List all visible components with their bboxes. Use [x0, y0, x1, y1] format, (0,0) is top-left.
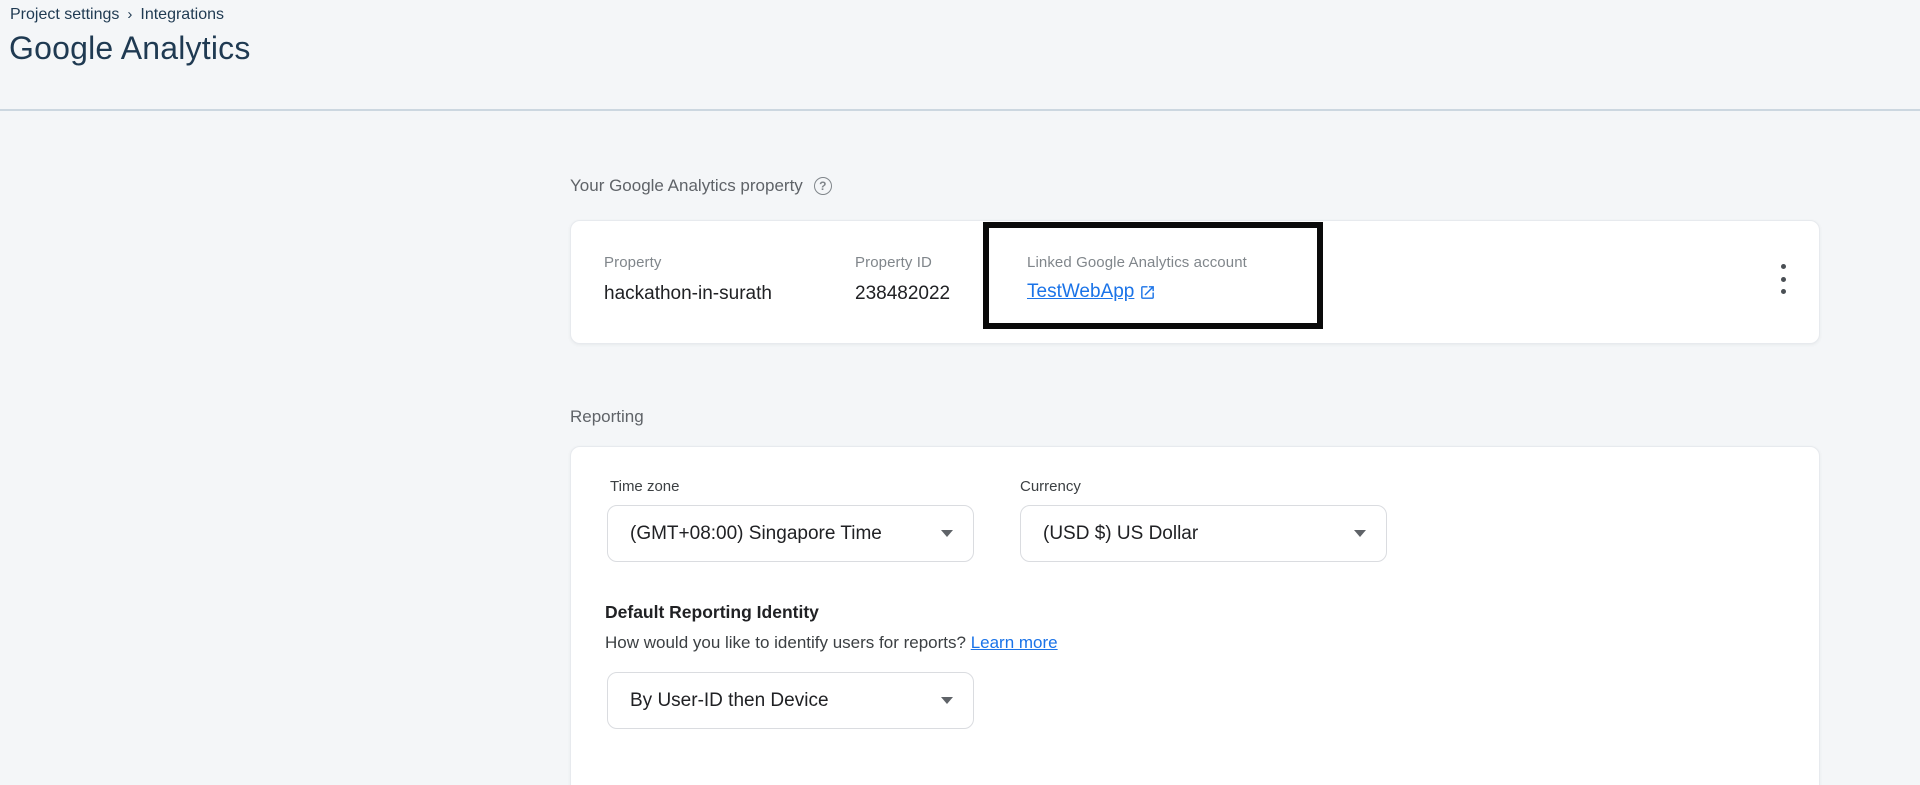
time-zone-label: Time zone: [610, 478, 679, 495]
property-id-label: Property ID: [855, 254, 932, 271]
chevron-down-icon: [941, 697, 953, 704]
property-section-header: Your Google Analytics property ?: [570, 176, 832, 196]
chevron-down-icon: [1354, 530, 1366, 537]
help-circle-icon[interactable]: ?: [814, 177, 832, 195]
linked-account-label: Linked Google Analytics account: [1027, 254, 1247, 271]
linked-account-link[interactable]: TestWebApp: [1027, 281, 1156, 303]
currency-label: Currency: [1020, 478, 1081, 495]
property-id-value: 238482022: [855, 283, 950, 305]
learn-more-link[interactable]: Learn more: [971, 633, 1058, 652]
header-divider: [0, 109, 1920, 111]
chevron-right-icon: ›: [127, 6, 132, 23]
currency-value: (USD $) US Dollar: [1043, 523, 1198, 545]
kebab-menu-icon[interactable]: [1775, 262, 1791, 296]
property-section-header-label: Your Google Analytics property: [570, 176, 803, 196]
reporting-section-header-label: Reporting: [570, 407, 644, 427]
default-reporting-identity-description: How would you like to identify users for…: [605, 633, 1058, 653]
default-reporting-identity-heading: Default Reporting Identity: [605, 602, 819, 623]
property-label: Property: [604, 254, 662, 271]
external-link-icon: [1139, 284, 1156, 301]
property-card: [570, 220, 1820, 344]
currency-select[interactable]: (USD $) US Dollar: [1020, 505, 1387, 562]
reporting-section-header: Reporting: [570, 407, 644, 427]
reporting-identity-select[interactable]: By User-ID then Device: [607, 672, 974, 729]
property-value: hackathon-in-surath: [604, 283, 772, 305]
page-title: Google Analytics: [9, 30, 251, 67]
chevron-down-icon: [941, 530, 953, 537]
time-zone-select[interactable]: (GMT+08:00) Singapore Time: [607, 505, 974, 562]
time-zone-value: (GMT+08:00) Singapore Time: [630, 523, 882, 545]
reporting-identity-value: By User-ID then Device: [630, 690, 829, 712]
breadcrumb: Project settings › Integrations: [10, 6, 224, 24]
breadcrumb-project-settings[interactable]: Project settings: [10, 6, 119, 24]
breadcrumb-integrations[interactable]: Integrations: [140, 6, 224, 24]
